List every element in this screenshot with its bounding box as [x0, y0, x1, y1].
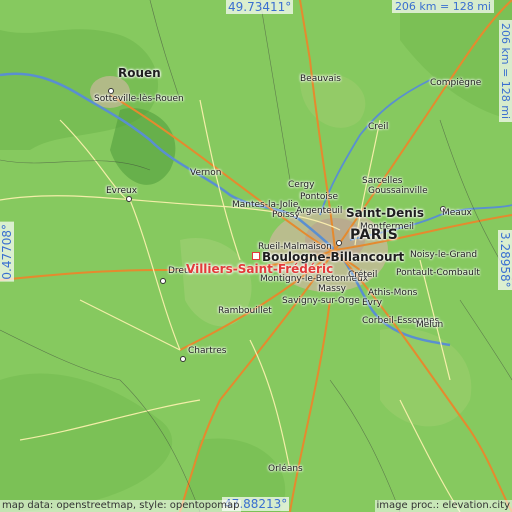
place-dot	[180, 356, 186, 362]
place-label-creteil: Créteil	[348, 270, 378, 280]
map-data-credit: map data: openstreetmap, style: opentopo…	[0, 500, 242, 512]
place-label-evry: Evry	[362, 298, 383, 308]
place-label-evreux: Evreux	[106, 186, 138, 196]
image-proc-credit: image proc.: elevation.city	[374, 500, 512, 512]
place-label-vernon: Vernon	[190, 168, 222, 178]
place-label-mantes: Mantes-la-Jolie	[232, 200, 299, 210]
place-label-massy: Massy	[318, 284, 346, 294]
place-label-boulogne: Boulogne-Billancourt	[262, 250, 405, 264]
place-label-chartres: Chartres	[188, 346, 227, 356]
place-label-sotteville: Sotteville-lès-Rouen	[94, 94, 184, 104]
place-label-saint-denis: Saint-Denis	[346, 206, 425, 220]
place-label-argenteuil: Argenteuil	[296, 206, 343, 216]
vertical-scale: 206 km = 128 mi	[499, 20, 512, 123]
highlight-location-label: Villiers-Saint-Frédéric	[186, 262, 334, 276]
left-longitude-label: 0.47708°	[0, 222, 14, 282]
place-label-savigny: Savigny-sur-Orge	[282, 296, 360, 306]
horizontal-scale: 206 km = 128 mi	[391, 0, 494, 13]
place-label-athis: Athis-Mons	[368, 288, 418, 298]
place-label-noisy: Noisy-le-Grand	[410, 250, 478, 260]
map-view[interactable]: 49.73411° 47.88213° 0.47708° 3.28958° 20…	[0, 0, 512, 512]
top-latitude-label: 49.73411°	[226, 0, 294, 14]
place-label-creil: Creil	[368, 122, 389, 132]
place-dot	[160, 278, 166, 284]
place-label-sarcelles: Sarcelles	[362, 176, 403, 186]
place-label-rambouillet: Rambouillet	[218, 306, 272, 316]
place-label-paris: PARIS	[350, 227, 399, 243]
place-label-cergy: Cergy	[288, 180, 315, 190]
place-dot	[336, 240, 342, 246]
right-longitude-label: 3.28958°	[498, 230, 512, 290]
place-label-beauvais: Beauvais	[300, 74, 341, 84]
place-label-pontoise: Pontoise	[300, 192, 339, 202]
place-label-rouen: Rouen	[118, 66, 161, 80]
place-label-meaux: Meaux	[442, 208, 472, 218]
place-label-goussainville: Goussainville	[368, 186, 428, 196]
place-label-pontault: Pontault-Combault	[396, 268, 480, 278]
place-label-melun: Melun	[416, 320, 444, 330]
location-marker-icon[interactable]	[252, 252, 260, 260]
place-label-compiegne: Compiègne	[430, 78, 482, 88]
place-dot	[126, 196, 132, 202]
place-label-orleans: Orléans	[268, 464, 303, 474]
